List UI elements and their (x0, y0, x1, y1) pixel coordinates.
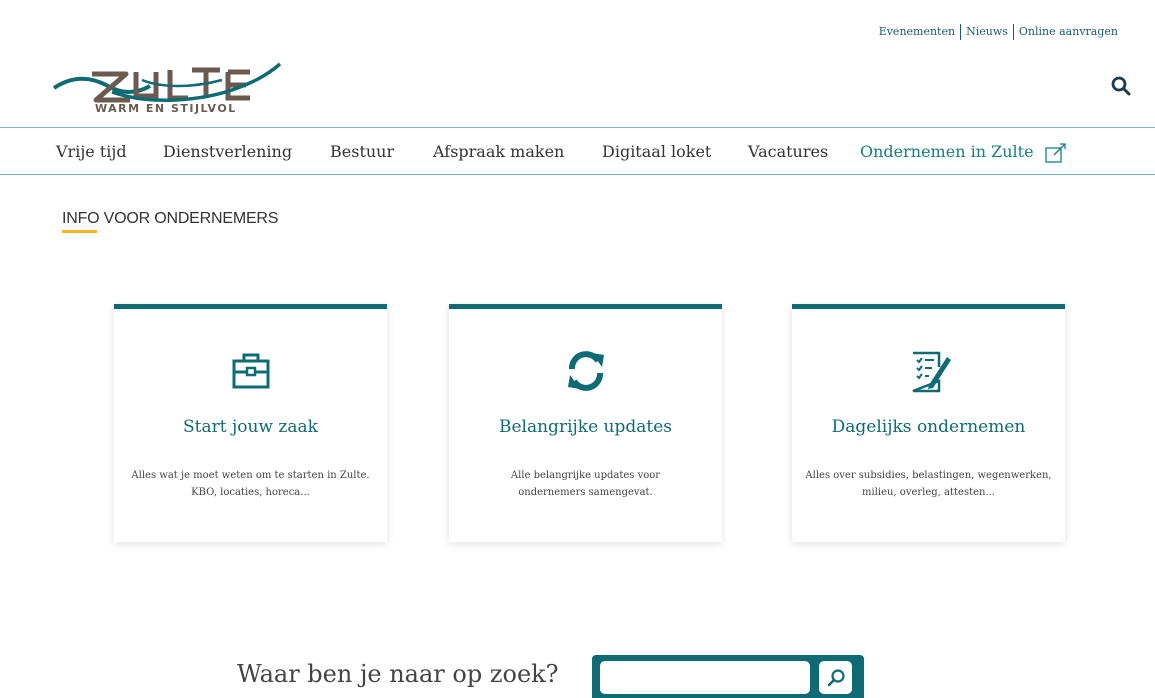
card-title: Start jouw zaak (183, 417, 318, 437)
top-link-nieuws[interactable]: Nieuws (960, 24, 1013, 40)
card-description-line: Alles over subsidies, belastingen, wegen… (805, 470, 1052, 481)
top-link-online-aanvragen[interactable]: Online aanvragen (1012, 24, 1123, 40)
nav-item-vacatures[interactable]: Vacatures (748, 142, 828, 161)
search-box (592, 655, 864, 698)
refresh-icon (567, 351, 604, 391)
card-title: Dagelijks ondernemen (831, 417, 1026, 437)
nav-item-bestuur[interactable]: Bestuur (330, 142, 394, 161)
search-icon[interactable] (1111, 76, 1131, 96)
card-description-line: milieu, overleg, attesten... (862, 487, 995, 498)
search-question: Waar ben je naar op zoek? (237, 660, 559, 688)
nav-item-ondernemen-label: Ondernemen in Zulte (860, 142, 1034, 161)
card-belangrijke-updates[interactable]: Belangrijke updates Alle belangrijke upd… (449, 304, 722, 542)
card-description: Alles wat je moet weten om te starten in… (124, 467, 377, 501)
search-input[interactable] (600, 661, 810, 694)
main-nav: Vrije tijd Dienstverlening Bestuur Afspr… (0, 127, 1155, 175)
card-description-line: Alle belangrijke updates voor (510, 470, 661, 481)
section-title-underline (62, 230, 97, 233)
briefcase-icon (232, 353, 269, 389)
card-dagelijks-ondernemen[interactable]: Dagelijks ondernemen Alles over subsidie… (792, 304, 1065, 542)
card-description-line: Alles wat je moet weten om te starten in… (131, 470, 370, 481)
logo-tagline: WARM EN STIJLVOL (95, 102, 237, 115)
card-description-line: KBO, locaties, horeca... (191, 487, 310, 498)
nav-item-afspraak-maken[interactable]: Afspraak maken (433, 142, 564, 161)
checklist-pen-icon (912, 351, 951, 393)
external-link-icon (1044, 142, 1066, 163)
top-links: Evenementen Nieuws Online aanvragen (874, 24, 1123, 40)
card-title: Belangrijke updates (498, 417, 673, 437)
nav-item-vrije-tijd[interactable]: Vrije tijd (56, 142, 127, 161)
nav-item-ondernemen-in-zulte[interactable]: Ondernemen in Zulte (860, 142, 1067, 163)
magnifier-icon (827, 668, 845, 686)
card-start-jouw-zaak[interactable]: Start jouw zaak Alles wat je moet weten … (114, 304, 387, 542)
card-description-line: ondernemers samengevat. (518, 487, 653, 498)
search-submit-button[interactable] (819, 661, 852, 694)
card-description: Alle belangrijke updates voor ondernemer… (459, 467, 712, 501)
nav-item-dienstverlening[interactable]: Dienstverlening (163, 142, 292, 161)
card-description: Alles over subsidies, belastingen, wegen… (802, 467, 1055, 501)
top-link-evenementen[interactable]: Evenementen (874, 24, 960, 40)
nav-item-digitaal-loket[interactable]: Digitaal loket (602, 142, 711, 161)
section-title: INFO VOOR ONDERNEMERS (62, 210, 279, 227)
